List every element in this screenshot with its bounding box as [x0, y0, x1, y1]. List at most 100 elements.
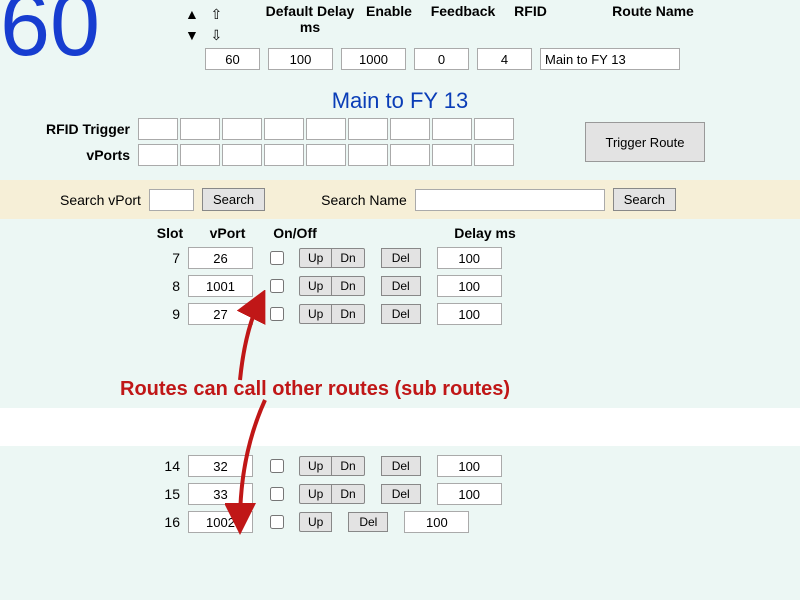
delay-input[interactable]: [437, 303, 502, 325]
search-vport-label: Search vPort: [60, 192, 141, 208]
table-row: 7 UpDn Del: [150, 247, 525, 269]
rfid-cell[interactable]: [348, 118, 388, 140]
vport-cell[interactable]: [474, 144, 514, 166]
rfid-cell[interactable]: [474, 118, 514, 140]
hdr-rfid: RFID: [503, 3, 558, 35]
up-button[interactable]: Up: [299, 484, 332, 504]
up-button[interactable]: Up: [299, 304, 332, 324]
route-title: Main to FY 13: [0, 88, 800, 114]
vport-input[interactable]: [188, 275, 253, 297]
del-button[interactable]: Del: [381, 304, 421, 324]
vport-cell[interactable]: [180, 144, 220, 166]
col-onoff: On/Off: [265, 225, 325, 241]
search-name-input[interactable]: [415, 189, 605, 211]
delay-input[interactable]: [437, 275, 502, 297]
rfid-cell[interactable]: [180, 118, 220, 140]
arrow-up-outline-icon[interactable]: ⇧: [211, 6, 223, 23]
arrow-up-filled-icon[interactable]: ▲: [185, 6, 199, 22]
col-delay: Delay ms: [445, 225, 525, 241]
vport-input[interactable]: [188, 455, 253, 477]
table-row: 9 UpDn Del: [150, 303, 525, 325]
col-slot: Slot: [150, 225, 190, 241]
del-button[interactable]: Del: [381, 276, 421, 296]
up-button[interactable]: Up: [299, 248, 332, 268]
up-button[interactable]: Up: [299, 456, 332, 476]
search-vport-button[interactable]: Search: [202, 188, 265, 211]
vport-cell[interactable]: [264, 144, 304, 166]
feedback-input[interactable]: [414, 48, 469, 70]
enable-input[interactable]: [341, 48, 406, 70]
callout-text: Routes can call other routes (sub routes…: [120, 378, 510, 401]
num-input[interactable]: [205, 48, 260, 70]
rfid-trigger-label: RFID Trigger: [30, 121, 130, 137]
slot-number: 9: [150, 306, 180, 322]
gap: [0, 408, 800, 446]
onoff-checkbox[interactable]: [270, 279, 284, 293]
search-name-label: Search Name: [321, 192, 407, 208]
header-values: [205, 48, 680, 70]
rfid-cell[interactable]: [138, 118, 178, 140]
hdr-default-delay: Default Delay ms: [265, 3, 355, 35]
page-number: 60: [0, 0, 100, 70]
rfid-input[interactable]: [477, 48, 532, 70]
dn-button[interactable]: Dn: [332, 248, 364, 268]
del-button[interactable]: Del: [348, 512, 388, 532]
search-name-button[interactable]: Search: [613, 188, 676, 211]
up-button[interactable]: Up: [299, 512, 332, 532]
delay-input[interactable]: [437, 483, 502, 505]
rfid-cell[interactable]: [222, 118, 262, 140]
delay-input[interactable]: [404, 511, 469, 533]
hdr-route-name: Route Name: [558, 3, 718, 35]
vports-label: vPorts: [30, 147, 130, 163]
vport-input[interactable]: [188, 247, 253, 269]
vport-cell[interactable]: [138, 144, 178, 166]
vport-input[interactable]: [188, 511, 253, 533]
route-name-input[interactable]: [540, 48, 680, 70]
slot-number: 14: [150, 458, 180, 474]
header-labels: Default Delay ms Enable Feedback RFID Ro…: [265, 3, 718, 35]
vport-cell[interactable]: [306, 144, 346, 166]
route-table-1: Slot vPort On/Off Delay ms 7 UpDn Del 8 …: [150, 225, 525, 331]
table-row: 16 Up Del: [150, 511, 502, 533]
onoff-checkbox[interactable]: [270, 515, 284, 529]
search-vport-input[interactable]: [149, 189, 194, 211]
del-button[interactable]: Del: [381, 484, 421, 504]
arrow-down-filled-icon[interactable]: ▼: [185, 27, 199, 43]
vport-input[interactable]: [188, 303, 253, 325]
table-row: 8 UpDn Del: [150, 275, 525, 297]
slot-number: 15: [150, 486, 180, 502]
dn-button[interactable]: Dn: [332, 304, 364, 324]
del-button[interactable]: Del: [381, 456, 421, 476]
rfid-cell[interactable]: [306, 118, 346, 140]
slot-number: 7: [150, 250, 180, 266]
onoff-checkbox[interactable]: [270, 307, 284, 321]
vport-cell[interactable]: [348, 144, 388, 166]
onoff-checkbox[interactable]: [270, 459, 284, 473]
rfid-cell[interactable]: [264, 118, 304, 140]
trigger-section: RFID Trigger vPorts: [30, 118, 516, 166]
hdr-enable: Enable: [355, 3, 423, 35]
onoff-checkbox[interactable]: [270, 251, 284, 265]
delay-input[interactable]: [437, 247, 502, 269]
dn-button[interactable]: Dn: [332, 484, 364, 504]
vport-cell[interactable]: [432, 144, 472, 166]
delay-input[interactable]: [437, 455, 502, 477]
slot-number: 8: [150, 278, 180, 294]
rfid-cell[interactable]: [432, 118, 472, 140]
arrow-down-outline-icon[interactable]: ⇩: [211, 27, 223, 44]
dn-button[interactable]: Dn: [332, 276, 364, 296]
onoff-checkbox[interactable]: [270, 487, 284, 501]
dn-button[interactable]: Dn: [332, 456, 364, 476]
table-row: 14 UpDn Del: [150, 455, 502, 477]
up-button[interactable]: Up: [299, 276, 332, 296]
slot-number: 16: [150, 514, 180, 530]
vport-input[interactable]: [188, 483, 253, 505]
del-button[interactable]: Del: [381, 248, 421, 268]
trigger-route-button[interactable]: Trigger Route: [585, 122, 705, 162]
default-delay-input[interactable]: [268, 48, 333, 70]
rfid-cell[interactable]: [390, 118, 430, 140]
sort-arrows: ▲ ⇧ ▼ ⇩: [185, 6, 222, 44]
route-table-2: 14 UpDn Del 15 UpDn Del 16 Up Del: [150, 455, 502, 539]
vport-cell[interactable]: [390, 144, 430, 166]
vport-cell[interactable]: [222, 144, 262, 166]
